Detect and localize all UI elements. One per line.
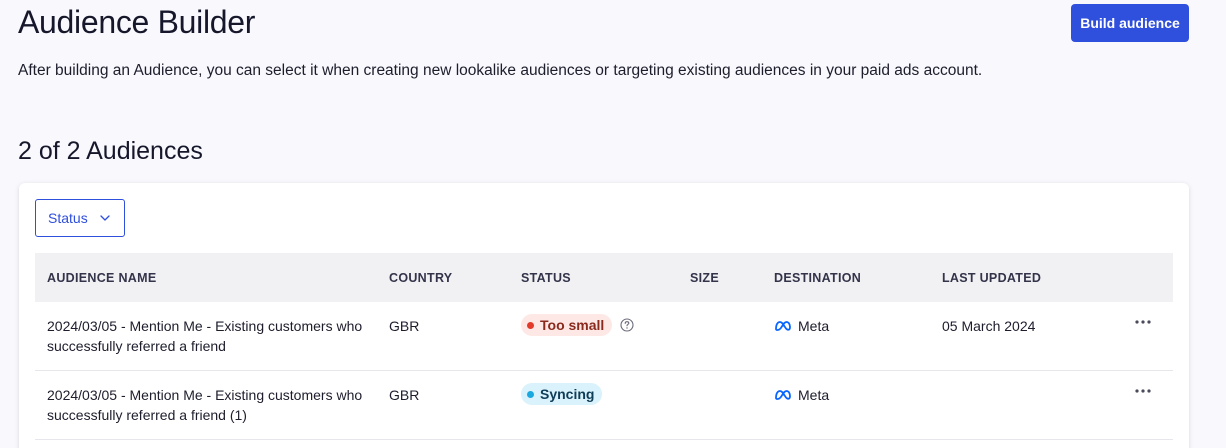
page-title: Audience Builder (18, 4, 256, 40)
audience-destination: Meta (762, 385, 930, 405)
more-horizontal-icon[interactable] (1134, 319, 1152, 325)
row-actions (1113, 316, 1173, 325)
meta-logo-icon (775, 321, 791, 331)
column-header-status[interactable]: STATUS (509, 271, 678, 285)
audiences-card: Status AUDIENCE NAME COUNTRY STATUS SIZE… (19, 183, 1189, 448)
audience-country: GBR (389, 318, 420, 334)
audience-count-heading: 2 of 2 Audiences (18, 137, 203, 165)
column-header-last-updated[interactable]: LAST UPDATED (930, 271, 1113, 285)
status-badge: Too small (521, 314, 613, 336)
table-row[interactable]: 2024/03/05 - Mention Me - Existing custo… (35, 371, 1173, 440)
column-header-destination[interactable]: DESTINATION (762, 271, 930, 285)
meta-logo-icon (775, 390, 791, 400)
chevron-down-icon (100, 215, 110, 221)
audience-status-cell: Syncing (509, 383, 678, 405)
audience-country: GBR (389, 387, 420, 403)
table-row[interactable]: 2024/03/05 - Mention Me - Existing custo… (35, 302, 1173, 371)
audience-name: 2024/03/05 - Mention Me - Existing custo… (47, 387, 363, 423)
build-audience-button[interactable]: Build audience (1071, 4, 1189, 42)
audience-builder-page: Audience Builder Build audience After bu… (0, 0, 1226, 448)
status-dot-icon (527, 321, 534, 329)
destination-label: Meta (798, 387, 830, 403)
destination-label: Meta (798, 318, 830, 334)
status-filter-dropdown[interactable]: Status (35, 199, 125, 237)
more-horizontal-icon[interactable] (1134, 388, 1152, 394)
status-badge: Syncing (521, 383, 603, 405)
column-header-country[interactable]: COUNTRY (377, 271, 509, 285)
page-description: After building an Audience, you can sele… (18, 62, 983, 79)
status-badge-label: Syncing (540, 386, 595, 402)
audiences-table: AUDIENCE NAME COUNTRY STATUS SIZE DESTIN… (35, 253, 1173, 440)
row-actions (1113, 385, 1173, 394)
audience-destination: Meta (762, 316, 930, 336)
audience-status-cell: Too small (509, 314, 678, 336)
help-circle-icon[interactable] (620, 318, 634, 332)
audience-last-updated: 05 March 2024 (942, 318, 1036, 334)
status-badge-label: Too small (540, 317, 605, 333)
table-header: AUDIENCE NAME COUNTRY STATUS SIZE DESTIN… (35, 253, 1173, 302)
status-filter-label: Status (48, 210, 88, 226)
column-header-size[interactable]: SIZE (678, 271, 762, 285)
column-header-audience-name[interactable]: AUDIENCE NAME (35, 271, 377, 285)
status-dot-icon (527, 390, 534, 398)
audience-name: 2024/03/05 - Mention Me - Existing custo… (47, 318, 363, 354)
